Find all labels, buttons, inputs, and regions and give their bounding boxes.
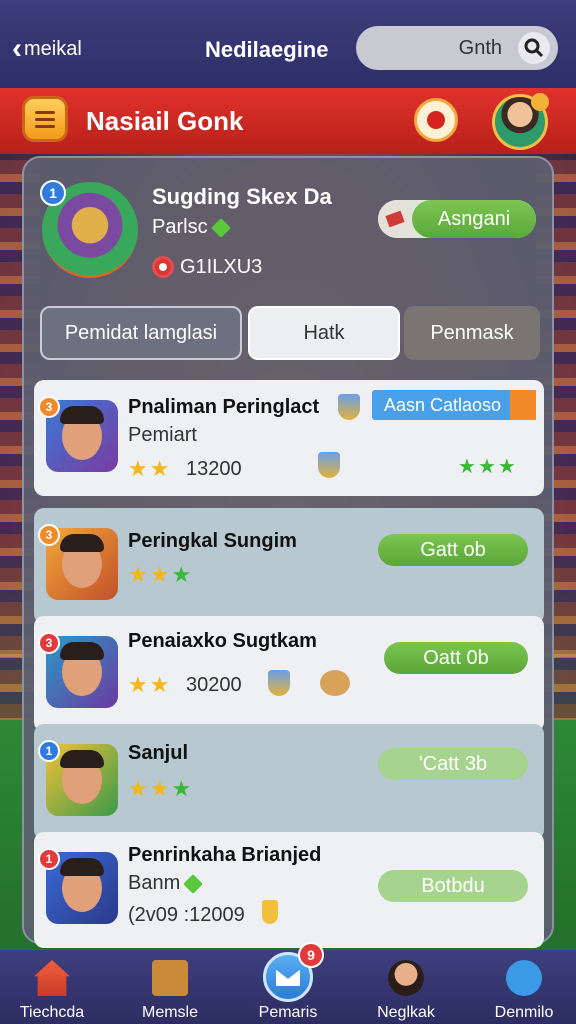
action-button[interactable]: Botbdu (378, 870, 528, 902)
player-subtitle: Pemiart (128, 424, 197, 446)
player-name: Penaiaxko Sugtkam (128, 630, 317, 652)
gem-icon (183, 873, 204, 894)
star-rating: ★ ★ (128, 458, 169, 480)
player-name: Peringkal Sungim (128, 530, 297, 552)
pet-icon (320, 670, 350, 696)
rank-badge: 1 (38, 740, 60, 762)
list-item[interactable]: 1 Penrinkaha Brianjed Banm (2v09 :12009 … (34, 832, 544, 948)
list-item[interactable]: 1 Sanjul ★ ★ ★ 'Catt 3b (34, 724, 544, 840)
nav-label: Neglkak (377, 1004, 435, 1021)
menu-button[interactable] (22, 96, 68, 142)
chevron-left-icon: ‹ (12, 32, 22, 65)
nav-label: Tiechcda (19, 1004, 85, 1021)
player-subtitle-text: Banm (128, 872, 181, 894)
player-subtitle: Banm (128, 872, 204, 895)
bottom-nav: Tiechcda Memsle 9 Pemaris Neglkak Denmil… (0, 942, 576, 1024)
search-input[interactable]: Gnth (356, 26, 558, 70)
coin-count: G1ILXU3 (180, 256, 263, 278)
leaderboard-panel: 1 Sugding Skex Da Parlsc G1ILXU3 Asngani… (22, 156, 554, 948)
status-badge: Aasn Catlaoso (372, 390, 536, 420)
assign-label: Asngani (412, 200, 536, 238)
coin-stack-icon (262, 900, 278, 924)
list-item[interactable]: 3 Peringkal Sungim ★ ★ ★ Gatt ob (34, 508, 544, 624)
star-rating: ★ ★ ★ (128, 562, 192, 587)
player-score: (2v09 :12009 (128, 904, 245, 926)
level-badge: 1 (40, 180, 66, 206)
list-item[interactable]: 3 Penaiaxko Sugtkam ★ ★ 30200 Oatt 0b (34, 616, 544, 732)
ticket-icon (510, 390, 536, 420)
tab-pemidat[interactable]: Pemidat lamglasi (40, 306, 242, 360)
shield-icon (338, 394, 360, 420)
back-button[interactable]: ‹ meikal (12, 34, 82, 64)
home-icon (34, 960, 70, 996)
tab-hatk[interactable]: Hatk (248, 306, 400, 360)
nav-label: Memsle (141, 1004, 198, 1021)
star-rating: ★ ★ ★ (128, 776, 192, 801)
top-bar: ‹ meikal Nedilaegine Gnth (0, 0, 576, 88)
coin-icon (152, 256, 174, 278)
star-icon: ★ (149, 456, 170, 481)
player-name: Sanjul (128, 742, 189, 764)
player-score: 30200 (186, 674, 242, 696)
nav-item-profile[interactable]: Denmilo (472, 950, 576, 1024)
profile-subtitle-text: Parlsc (152, 216, 208, 238)
gem-icon (210, 217, 231, 238)
avatar[interactable] (492, 93, 549, 150)
star-icon: ★ (128, 456, 148, 481)
nav-label: Pemaris (258, 1004, 318, 1021)
list-item[interactable]: 3 Pnaliman Peringlact Pemiart ★ ★ 13200 A… (34, 380, 544, 496)
shield-icon (268, 670, 290, 696)
player-name: Pnaliman Peringlact (128, 396, 320, 418)
menu-icon (35, 110, 55, 114)
rank-badge: 1 (38, 848, 60, 870)
face-icon (388, 960, 424, 996)
action-button[interactable]: Gatt ob (378, 534, 528, 566)
tag-label: Aasn Catlaoso (384, 394, 502, 415)
nav-item-messages[interactable]: 9 Pemaris (236, 942, 340, 1024)
ticket-icon (378, 200, 412, 238)
mail-icon (276, 968, 300, 986)
alert-icon (427, 111, 445, 129)
notification-badge: 9 (298, 942, 324, 968)
action-button[interactable]: Oatt 0b (384, 642, 528, 674)
nav-item-friends[interactable]: Neglkak (354, 950, 458, 1024)
search-icon[interactable] (518, 32, 550, 64)
shield-icon (318, 452, 340, 478)
nav-label: Denmilo (494, 1004, 554, 1021)
assign-button[interactable]: Asngani (378, 200, 536, 238)
profile-subtitle: Parlsc (152, 216, 231, 239)
green-star-rating: ★ ★ ★ (458, 456, 516, 478)
tab-bar: Pemidat lamglasi Hatk Penmask (40, 306, 540, 360)
star-rating: ★ ★ (128, 672, 170, 697)
profile-name: Sugding Skex Da (152, 184, 332, 209)
action-button[interactable]: 'Catt 3b (378, 748, 528, 780)
nav-item-home[interactable]: Tiechcda (0, 950, 104, 1024)
rank-badge: 3 (38, 524, 60, 546)
tab-penmask[interactable]: Penmask (404, 306, 540, 360)
game-header: Nasiail Gonk (0, 88, 576, 154)
box-icon (152, 960, 188, 996)
nav-item-inventory[interactable]: Memsle (118, 950, 222, 1024)
alert-button[interactable] (414, 98, 458, 142)
search-value: Gnth (458, 36, 502, 59)
player-score: 13200 (186, 458, 242, 480)
player-name: Penrinkaha Brianjed (128, 844, 322, 866)
page-title: Nedilaegine (205, 37, 329, 62)
person-icon (506, 960, 542, 996)
rank-badge: 3 (38, 632, 60, 654)
header-title: Nasiail Gonk (86, 106, 244, 136)
notification-dot-icon (531, 93, 549, 111)
back-label: meikal (24, 37, 82, 60)
rank-badge: 3 (38, 396, 60, 418)
